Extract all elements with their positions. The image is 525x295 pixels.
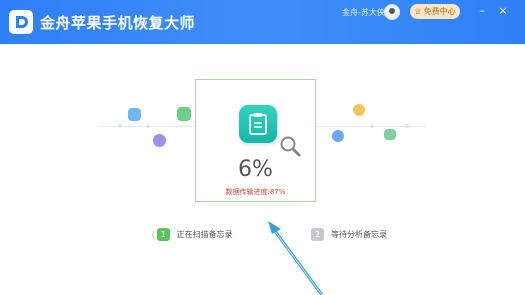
- annotation-arrow: [268, 221, 324, 295]
